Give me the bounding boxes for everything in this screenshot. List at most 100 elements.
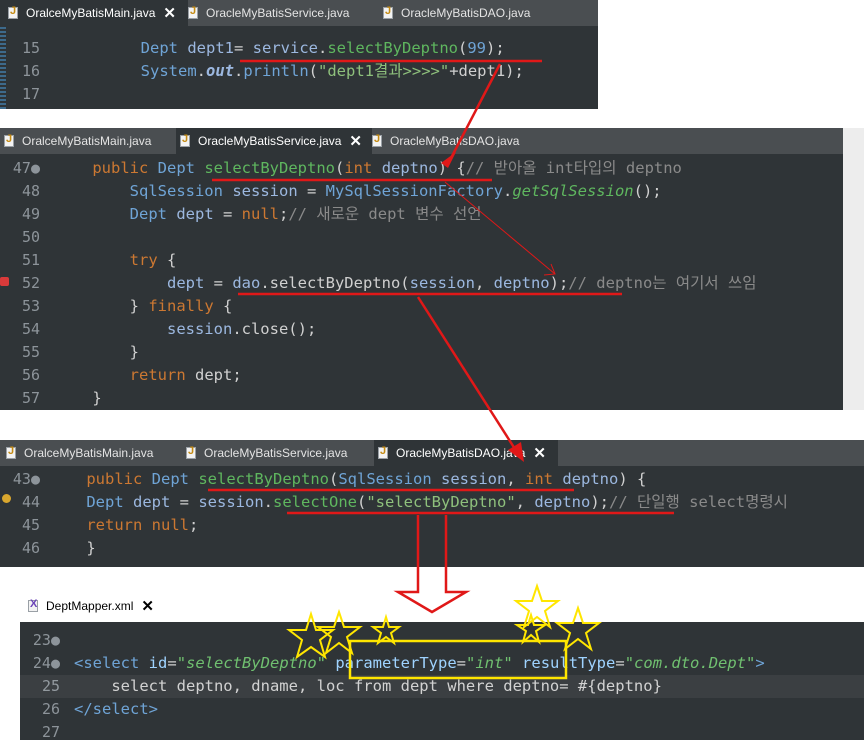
java-file-icon <box>8 5 21 20</box>
close-icon[interactable]: ✕ <box>349 132 362 150</box>
code-line[interactable]: 51 try { <box>0 249 843 272</box>
close-icon[interactable]: ✕ <box>533 444 546 462</box>
code-line[interactable]: 57 } <box>0 387 843 410</box>
code-token: ); <box>549 274 569 292</box>
code-token: = <box>204 274 233 292</box>
line-number: 50 <box>21 228 40 246</box>
line-number: 15 <box>21 39 40 57</box>
tab-label: OracleMyBatisDAO.java <box>390 134 520 148</box>
code-token: > <box>755 654 765 672</box>
code-line[interactable]: 48 SqlSession session = MySqlSessionFact… <box>0 180 843 203</box>
code-line[interactable]: 54 session.close(); <box>0 318 843 341</box>
tab-main[interactable]: OralceMyBatisMain.java <box>0 440 153 466</box>
code-line[interactable]: 24● <select id="selectByDeptno" parameter… <box>20 652 864 675</box>
code-line[interactable]: 49 Dept dept = null;// 새로운 dept 변수 선언 <box>0 203 843 226</box>
code-line[interactable]: 17 <box>0 83 598 106</box>
code-line[interactable]: 26 </select> <box>20 698 864 721</box>
warning-icon[interactable] <box>2 494 11 503</box>
error-icon[interactable] <box>0 277 9 286</box>
code-text: public Dept selectByDeptno(int deptno) {… <box>55 157 682 180</box>
code-token: int <box>344 159 373 177</box>
code-text: session.close(); <box>55 318 316 341</box>
code-line[interactable]: 56 return dept; <box>0 364 843 387</box>
close-icon[interactable]: ✕ <box>163 4 176 22</box>
code-token: finally <box>148 297 214 315</box>
tab-label: DeptMapper.xml <box>46 599 134 613</box>
tab-service[interactable]: OracleMyBatisService.java <box>186 440 347 466</box>
code-line[interactable]: 45 return null; <box>0 514 864 537</box>
code-token: SqlSession <box>338 470 432 488</box>
code-token: Dept <box>129 205 167 223</box>
line-number: 56 <box>21 366 40 384</box>
code-line[interactable]: 52 dept = dao.selectByDeptno(session, de… <box>0 272 843 295</box>
code-line[interactable]: 44 Dept dept = session.selectOne("select… <box>0 491 864 514</box>
code-token: public <box>92 159 149 177</box>
code-token: Dept <box>157 159 195 177</box>
code-token: { <box>157 251 177 269</box>
code-line[interactable]: 27 <box>20 721 864 740</box>
tab-service[interactable]: OracleMyBatisService.java <box>188 0 349 26</box>
code-token: SqlSession <box>129 182 223 200</box>
tab-dao[interactable]: OracleMyBatisDAO.java <box>372 128 519 154</box>
code-line[interactable]: 53 } finally { <box>0 295 843 318</box>
code-token: +dept1); <box>449 62 524 80</box>
code-token: (); <box>633 182 662 200</box>
java-file-icon <box>372 133 385 148</box>
line-number: 49 <box>21 205 40 223</box>
code-token: 99 <box>467 39 487 57</box>
code-line[interactable]: 23● <box>20 629 864 652</box>
tab-label: OracleMyBatisService.java <box>206 6 350 20</box>
code-token: = <box>170 493 199 511</box>
current-line-highlight <box>20 675 864 698</box>
code-token: resultType <box>522 654 616 672</box>
tab-main[interactable]: OralceMyBatisMain.java ✕ <box>0 0 188 26</box>
code-line[interactable]: 16 System.out.println("dept1결과>>>>"+dept… <box>0 60 598 83</box>
code-token: ; <box>278 205 289 223</box>
tab-dao[interactable]: OracleMyBatisDAO.java ✕ <box>374 440 558 466</box>
tab-main[interactable]: OralceMyBatisMain.java <box>0 128 151 154</box>
tab-mapper[interactable]: DeptMapper.xml ✕ <box>20 590 154 622</box>
line-number: 54 <box>21 320 40 338</box>
code-token: session <box>409 274 475 292</box>
code-token: , <box>515 493 535 511</box>
line-number: 55 <box>21 343 40 361</box>
code-token: ); <box>590 493 609 511</box>
code-token: dept <box>133 493 171 511</box>
close-icon[interactable]: ✕ <box>141 597 154 615</box>
code-line[interactable]: 43● public Dept selectByDeptno(SqlSessio… <box>0 468 864 491</box>
code-text: Dept dept = null;// 새로운 dept 변수 선언 <box>55 203 482 226</box>
code-text: SqlSession session = MySqlSessionFactory… <box>55 180 662 203</box>
tab-dao[interactable]: OracleMyBatisDAO.java <box>383 0 530 26</box>
editor-panel-service: OralceMyBatisMain.java OracleMyBatisServ… <box>0 128 843 410</box>
code-token: } <box>55 297 149 315</box>
line-number: 48 <box>21 182 40 200</box>
code-line[interactable]: 15 Dept dept1= service.selectByDeptno(99… <box>0 37 598 60</box>
line-number: 44 <box>21 493 40 511</box>
code-token: } <box>49 539 96 557</box>
line-number: 23● <box>32 631 60 649</box>
code-line[interactable]: 47● public Dept selectByDeptno(int deptn… <box>0 157 843 180</box>
code-line[interactable]: 46 } <box>0 537 864 560</box>
code-token: = <box>297 182 326 200</box>
java-file-icon <box>383 5 396 20</box>
code-token: .selectByDeptno( <box>260 274 410 292</box>
code-token: </select <box>74 700 149 718</box>
tab-label: OralceMyBatisMain.java <box>22 134 152 148</box>
code-token: id <box>148 654 168 672</box>
tab-service[interactable]: OracleMyBatisService.java ✕ <box>176 128 372 154</box>
code-line[interactable]: 55 } <box>0 341 843 364</box>
tab-bar: DeptMapper.xml ✕ <box>20 590 864 622</box>
tab-label: OracleMyBatisService.java <box>198 134 342 148</box>
code-token: . <box>196 62 206 80</box>
tab-bar: OralceMyBatisMain.java OracleMyBatisServ… <box>0 128 843 154</box>
code-token: MySqlSessionFactory <box>325 182 503 200</box>
code-line[interactable]: 50 <box>0 226 843 249</box>
